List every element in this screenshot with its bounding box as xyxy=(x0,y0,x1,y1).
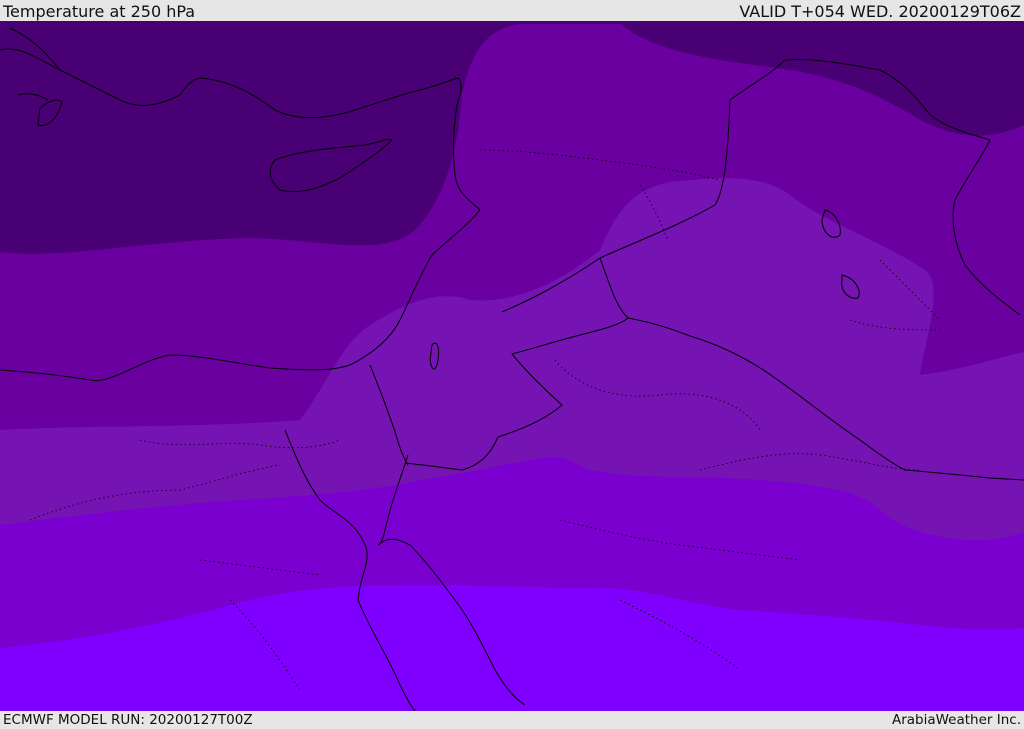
model-run-label: ECMWF MODEL RUN: 20200127T00Z xyxy=(3,712,253,728)
valid-time-label: VALID T+054 WED. 20200129T06Z xyxy=(739,2,1021,21)
header-bar: Temperature at 250 hPa VALID T+054 WED. … xyxy=(0,0,1024,21)
temperature-map xyxy=(0,21,1024,711)
footer-bar: ECMWF MODEL RUN: 20200127T00Z ArabiaWeat… xyxy=(0,711,1024,729)
map-figure: Temperature at 250 hPa VALID T+054 WED. … xyxy=(0,0,1024,729)
credit-label: ArabiaWeather Inc. xyxy=(891,712,1021,728)
map-title: Temperature at 250 hPa xyxy=(3,2,196,21)
